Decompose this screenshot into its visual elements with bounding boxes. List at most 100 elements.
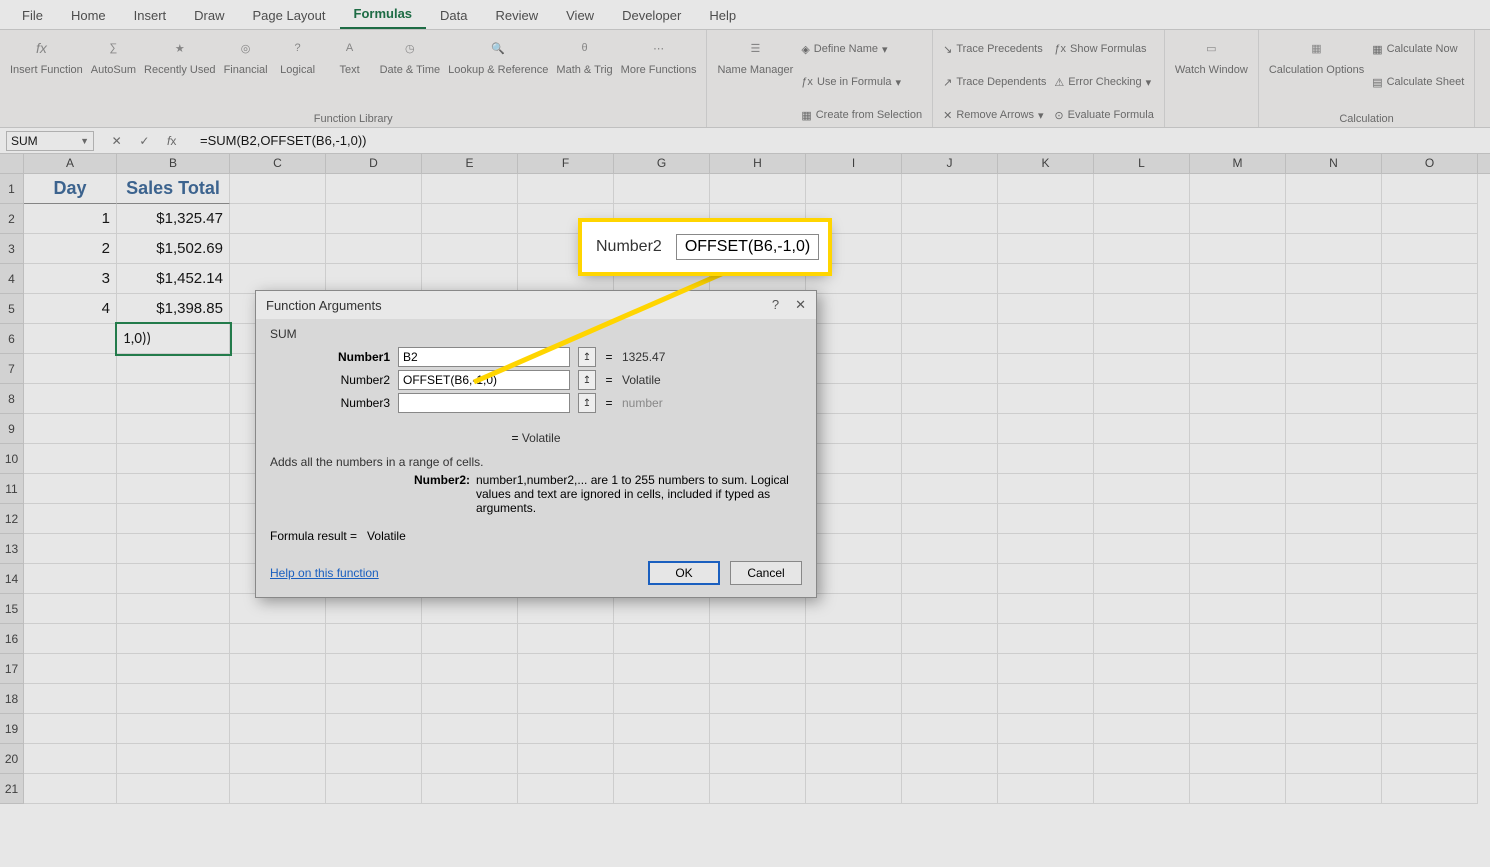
cell-N16[interactable] (1286, 624, 1382, 654)
cell-N21[interactable] (1286, 774, 1382, 804)
cell-I14[interactable] (806, 564, 902, 594)
cell-N9[interactable] (1286, 414, 1382, 444)
cell-O7[interactable] (1382, 354, 1478, 384)
cell-M10[interactable] (1190, 444, 1286, 474)
cell-B9[interactable] (117, 414, 230, 444)
cell-D1[interactable] (326, 174, 422, 204)
trace-dependents-button[interactable]: ↗Trace Dependents (943, 67, 1046, 97)
cell-C19[interactable] (230, 714, 326, 744)
cell-K16[interactable] (998, 624, 1094, 654)
cell-M6[interactable] (1190, 324, 1286, 354)
cell-A16[interactable] (24, 624, 117, 654)
cell-N14[interactable] (1286, 564, 1382, 594)
cell-E2[interactable] (422, 204, 518, 234)
show-formulas-button[interactable]: ƒxShow Formulas (1054, 34, 1153, 64)
cell-A15[interactable] (24, 594, 117, 624)
cell-E21[interactable] (422, 774, 518, 804)
cell-D2[interactable] (326, 204, 422, 234)
cell-J3[interactable] (902, 234, 998, 264)
tab-home[interactable]: Home (57, 2, 120, 29)
cell-B11[interactable] (117, 474, 230, 504)
cell-K4[interactable] (998, 264, 1094, 294)
cell-N11[interactable] (1286, 474, 1382, 504)
row-header[interactable]: 19 (0, 714, 24, 744)
col-header-D[interactable]: D (326, 154, 422, 173)
cell-B6[interactable]: 1,0)) (117, 324, 230, 354)
cell-L5[interactable] (1094, 294, 1190, 324)
row-header[interactable]: 8 (0, 384, 24, 414)
cell-F20[interactable] (518, 744, 614, 774)
cell-N18[interactable] (1286, 684, 1382, 714)
cell-J9[interactable] (902, 414, 998, 444)
help-icon[interactable]: ? (772, 297, 779, 313)
cell-K15[interactable] (998, 594, 1094, 624)
cancel-button[interactable]: Cancel (730, 561, 802, 585)
cell-I6[interactable] (806, 324, 902, 354)
row-header[interactable]: 12 (0, 504, 24, 534)
cell-D17[interactable] (326, 654, 422, 684)
collapse-dialog-icon[interactable]: ↥ (578, 347, 596, 367)
cell-D16[interactable] (326, 624, 422, 654)
cell-C3[interactable] (230, 234, 326, 264)
cell-C16[interactable] (230, 624, 326, 654)
row-header[interactable]: 10 (0, 444, 24, 474)
cell-K12[interactable] (998, 504, 1094, 534)
cell-B18[interactable] (117, 684, 230, 714)
cell-A8[interactable] (24, 384, 117, 414)
cell-L18[interactable] (1094, 684, 1190, 714)
cell-L9[interactable] (1094, 414, 1190, 444)
cell-M1[interactable] (1190, 174, 1286, 204)
cell-H17[interactable] (710, 654, 806, 684)
cell-O1[interactable] (1382, 174, 1478, 204)
cell-G19[interactable] (614, 714, 710, 744)
cell-H20[interactable] (710, 744, 806, 774)
cell-J2[interactable] (902, 204, 998, 234)
cell-N10[interactable] (1286, 444, 1382, 474)
cell-M21[interactable] (1190, 774, 1286, 804)
cell-E15[interactable] (422, 594, 518, 624)
cell-E3[interactable] (422, 234, 518, 264)
collapse-dialog-icon[interactable]: ↥ (578, 393, 596, 413)
row-header[interactable]: 11 (0, 474, 24, 504)
cell-B17[interactable] (117, 654, 230, 684)
cell-A1[interactable]: Day (24, 174, 117, 204)
cell-F1[interactable] (518, 174, 614, 204)
cell-J20[interactable] (902, 744, 998, 774)
cell-K8[interactable] (998, 384, 1094, 414)
col-header-B[interactable]: B (117, 154, 230, 173)
cell-M2[interactable] (1190, 204, 1286, 234)
cell-N5[interactable] (1286, 294, 1382, 324)
error-checking-button[interactable]: ⚠Error Checking▾ (1054, 67, 1153, 97)
cell-J13[interactable] (902, 534, 998, 564)
cell-A9[interactable] (24, 414, 117, 444)
select-all-corner[interactable] (0, 154, 24, 173)
cell-O12[interactable] (1382, 504, 1478, 534)
define-name-button[interactable]: ◈Define Name▾ (801, 34, 922, 64)
cell-J18[interactable] (902, 684, 998, 714)
row-header[interactable]: 5 (0, 294, 24, 324)
cell-J11[interactable] (902, 474, 998, 504)
cell-M11[interactable] (1190, 474, 1286, 504)
cell-I19[interactable] (806, 714, 902, 744)
cell-O5[interactable] (1382, 294, 1478, 324)
cell-A19[interactable] (24, 714, 117, 744)
cell-K13[interactable] (998, 534, 1094, 564)
cell-I20[interactable] (806, 744, 902, 774)
cell-F16[interactable] (518, 624, 614, 654)
row-header[interactable]: 15 (0, 594, 24, 624)
datetime-button[interactable]: ◷Date & Time (380, 34, 441, 76)
cell-N8[interactable] (1286, 384, 1382, 414)
cell-J1[interactable] (902, 174, 998, 204)
cell-J15[interactable] (902, 594, 998, 624)
cell-I18[interactable] (806, 684, 902, 714)
dialog-titlebar[interactable]: Function Arguments ? ✕ (256, 291, 816, 319)
cell-G16[interactable] (614, 624, 710, 654)
cancel-icon[interactable]: ✕ (112, 134, 122, 148)
cell-I13[interactable] (806, 534, 902, 564)
cell-H15[interactable] (710, 594, 806, 624)
cell-A4[interactable]: 3 (24, 264, 117, 294)
col-header-I[interactable]: I (806, 154, 902, 173)
cell-A10[interactable] (24, 444, 117, 474)
cell-A12[interactable] (24, 504, 117, 534)
cell-K6[interactable] (998, 324, 1094, 354)
